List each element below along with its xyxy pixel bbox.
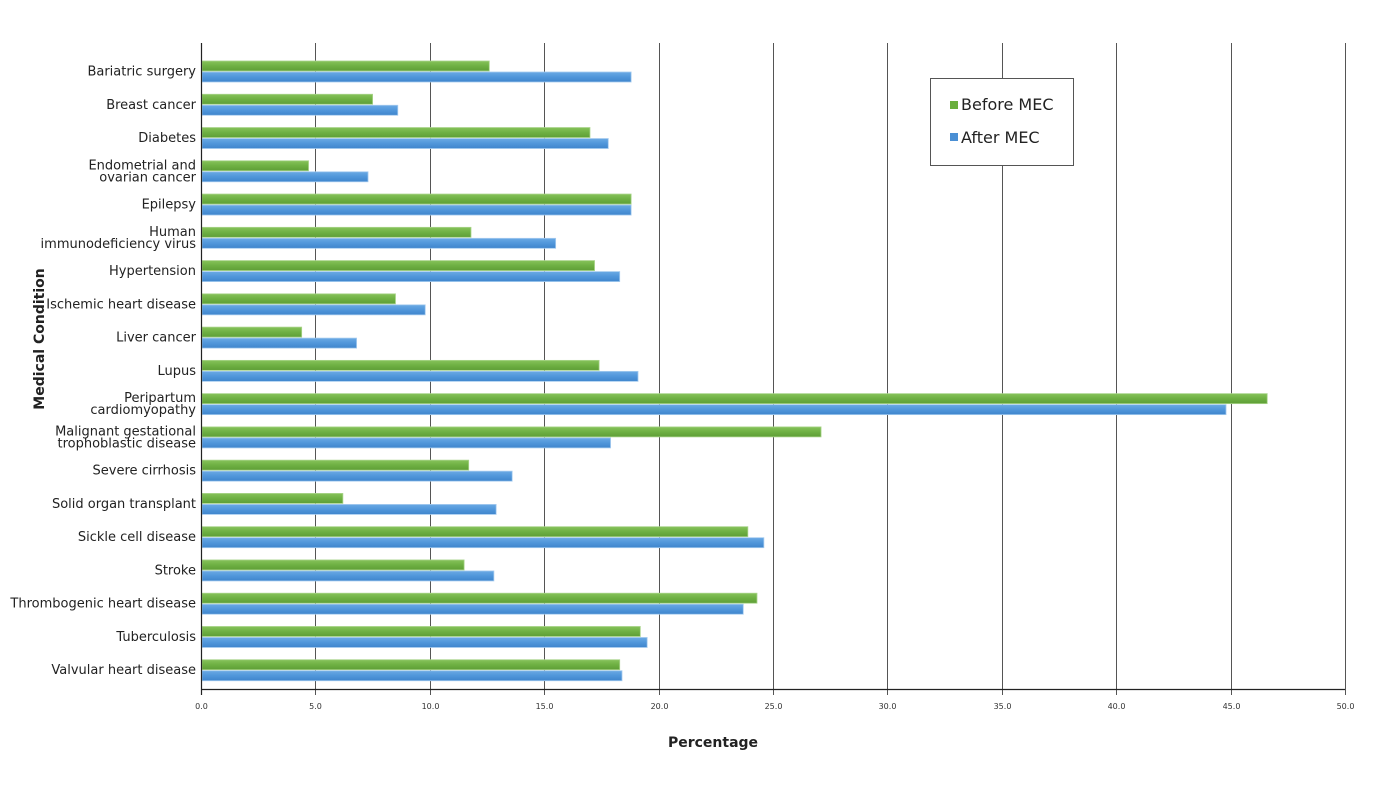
bar-after-mec xyxy=(201,404,1227,416)
bar-before-mec xyxy=(201,459,470,471)
x-tick-label: 5.0 xyxy=(309,702,322,711)
bar-after-mec xyxy=(201,670,623,682)
category-label: Diabetes xyxy=(138,131,196,146)
bar-after-mec xyxy=(201,570,495,582)
bar-after-mec xyxy=(201,71,632,83)
x-tick-label: 20.0 xyxy=(651,702,669,711)
x-tick-label: 0.0 xyxy=(195,702,208,711)
bar-before-mec xyxy=(201,60,490,72)
bar-after-mec xyxy=(201,470,513,482)
tick-labels: 0.0 5.0 10.0 15.0 20.0 25.0 30.0 35.0 40.0 45.0 50… xyxy=(195,702,1354,711)
bar-before-mec xyxy=(201,559,465,571)
category-label: Hypertension xyxy=(109,264,196,279)
category-label: Solid organ transplant xyxy=(52,497,196,512)
category-label: Endometrial and ovarian cancer xyxy=(88,158,196,185)
bar-after-mec xyxy=(201,637,648,648)
bar-before-mec xyxy=(201,226,472,238)
bar-after-mec xyxy=(201,304,426,316)
category-label: Malignant gestational trophoblastic disea… xyxy=(55,424,196,451)
bar-after-mec xyxy=(201,138,609,149)
bar-before-mec xyxy=(201,359,600,371)
category-label: Bariatric surgery xyxy=(87,65,196,80)
category-label: Severe cirrhosis xyxy=(93,464,197,479)
bar-before-mec xyxy=(201,93,374,105)
x-tick-label: 45.0 xyxy=(1223,702,1241,711)
bar-after-mec xyxy=(201,603,744,615)
bar-before-mec xyxy=(201,393,1268,405)
bar-after-mec xyxy=(201,537,765,549)
x-tick-label: 15.0 xyxy=(536,702,554,711)
bar-after-mec xyxy=(201,337,357,349)
bars xyxy=(201,60,1268,682)
bar-before-mec xyxy=(201,626,641,637)
bar-before-mec xyxy=(201,592,758,604)
bar-before-mec xyxy=(201,659,621,671)
bar-after-mec xyxy=(201,204,632,216)
bar-before-mec xyxy=(201,426,822,438)
x-tick-label: 10.0 xyxy=(422,702,440,711)
bar-after-mec xyxy=(201,437,611,449)
legend-label-before: Before MEC xyxy=(961,95,1053,114)
x-tick-label: 50.0 xyxy=(1337,702,1355,711)
category-label: Lupus xyxy=(157,364,196,379)
bar-before-mec xyxy=(201,293,396,305)
bar-after-mec xyxy=(201,504,497,515)
y-axis-title: Medical Condition xyxy=(32,268,48,409)
category-label: Valvular heart disease xyxy=(51,663,196,678)
legend-swatch-after xyxy=(950,133,958,141)
legend: Before MEC After MEC xyxy=(930,78,1074,166)
bar-before-mec xyxy=(201,493,344,504)
bar-before-mec xyxy=(201,160,309,172)
category-label: Breast cancer xyxy=(106,98,196,113)
category-label: Peripartum cardiomyopathy xyxy=(90,391,196,418)
bar-before-mec xyxy=(201,193,632,205)
bar-before-mec xyxy=(201,127,591,138)
bar-before-mec xyxy=(201,526,749,538)
legend-swatch-before xyxy=(950,101,958,109)
x-axis-title: Percentage xyxy=(668,735,758,751)
bar-after-mec xyxy=(201,237,557,249)
category-label: Liver cancer xyxy=(116,331,197,346)
category-label: Human immunodeficiency virus xyxy=(41,225,197,252)
legend-box xyxy=(930,78,1074,166)
bar-after-mec xyxy=(201,171,369,183)
category-label: Sickle cell disease xyxy=(78,530,196,545)
x-tick-label: 35.0 xyxy=(994,702,1012,711)
bar-before-mec xyxy=(201,260,595,271)
category-label: Stroke xyxy=(155,563,196,578)
bar-chart: Bariatric surgery Breast cancer Diabetes En… xyxy=(9,43,1354,751)
bar-after-mec xyxy=(201,104,399,116)
x-tick-label: 40.0 xyxy=(1108,702,1126,711)
bar-after-mec xyxy=(201,271,621,282)
legend-label-after: After MEC xyxy=(961,128,1040,147)
category-label: Thrombogenic heart disease xyxy=(9,597,196,612)
category-label: Ischemic heart disease xyxy=(46,297,196,312)
category-label: Epilepsy xyxy=(142,198,197,213)
x-tick-label: 25.0 xyxy=(765,702,783,711)
x-tick-label: 30.0 xyxy=(879,702,897,711)
bar-before-mec xyxy=(201,326,303,338)
category-label: Tuberculosis xyxy=(115,630,196,645)
bar-after-mec xyxy=(201,370,639,382)
